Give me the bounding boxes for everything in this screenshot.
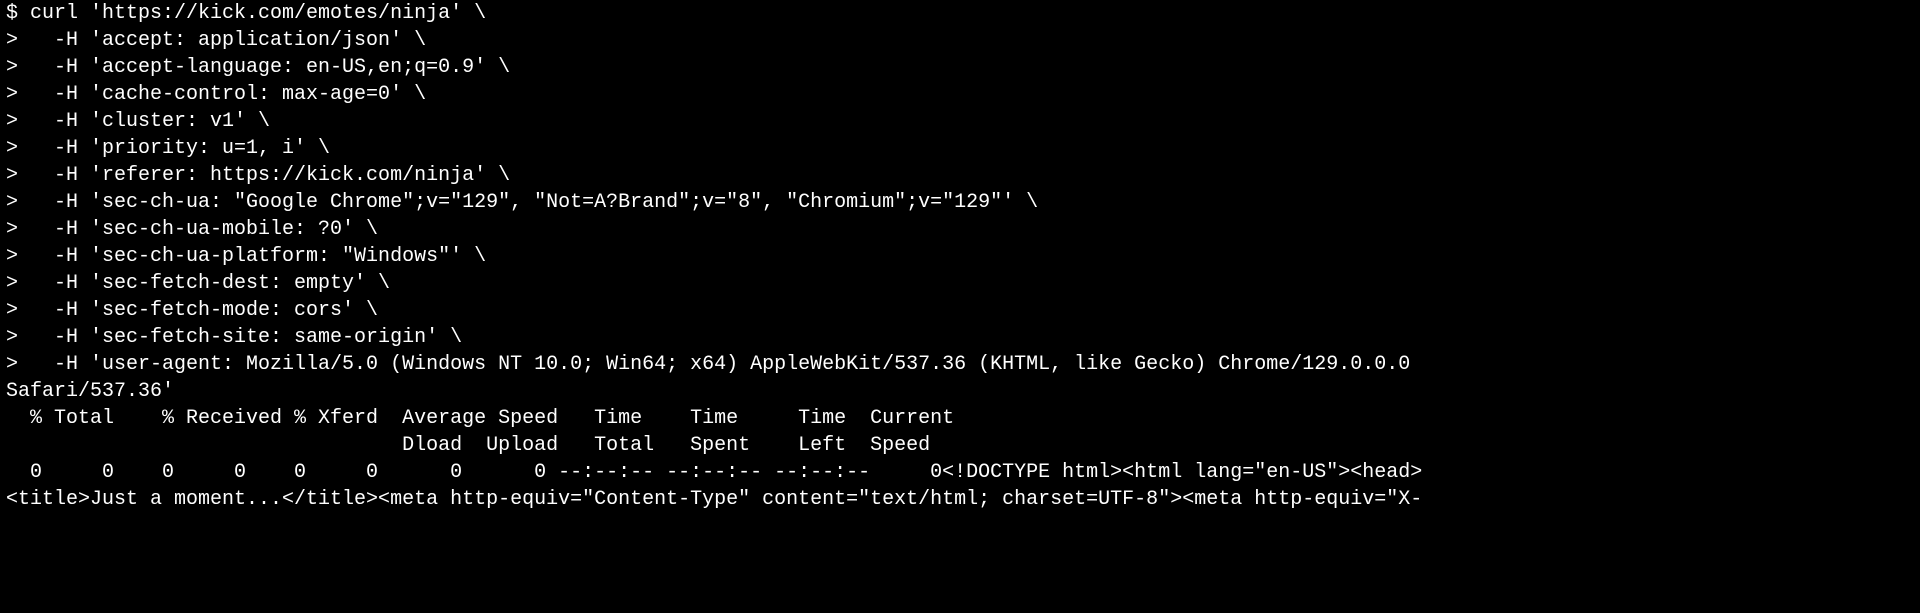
terminal-line: Dload Upload Total Spent Left Speed xyxy=(6,434,930,457)
terminal-line: 0 0 0 0 0 0 0 0 --:--:-- --:--:-- --:--:… xyxy=(6,461,1422,484)
terminal-line: $ curl 'https://kick.com/emotes/ninja' \ xyxy=(6,2,486,25)
terminal-line: % Total % Received % Xferd Average Speed… xyxy=(6,407,954,430)
terminal-line: <title>Just a moment...</title><meta htt… xyxy=(6,488,1422,511)
terminal-line: > -H 'referer: https://kick.com/ninja' \ xyxy=(6,164,510,187)
terminal-line: > -H 'sec-fetch-mode: cors' \ xyxy=(6,299,378,322)
terminal-line: > -H 'priority: u=1, i' \ xyxy=(6,137,330,160)
terminal-line: > -H 'user-agent: Mozilla/5.0 (Windows N… xyxy=(6,353,1410,376)
terminal-line: > -H 'sec-fetch-dest: empty' \ xyxy=(6,272,390,295)
terminal-line: > -H 'cluster: v1' \ xyxy=(6,110,270,133)
terminal-line: Safari/537.36' xyxy=(6,380,174,403)
terminal-line: > -H 'sec-fetch-site: same-origin' \ xyxy=(6,326,462,349)
terminal-output[interactable]: $ curl 'https://kick.com/emotes/ninja' \… xyxy=(0,0,1920,513)
terminal-line: > -H 'sec-ch-ua-mobile: ?0' \ xyxy=(6,218,378,241)
terminal-line: > -H 'accept-language: en-US,en;q=0.9' \ xyxy=(6,56,510,79)
terminal-line: > -H 'cache-control: max-age=0' \ xyxy=(6,83,426,106)
terminal-line: > -H 'sec-ch-ua: "Google Chrome";v="129"… xyxy=(6,191,1038,214)
terminal-line: > -H 'accept: application/json' \ xyxy=(6,29,426,52)
terminal-line: > -H 'sec-ch-ua-platform: "Windows"' \ xyxy=(6,245,486,268)
